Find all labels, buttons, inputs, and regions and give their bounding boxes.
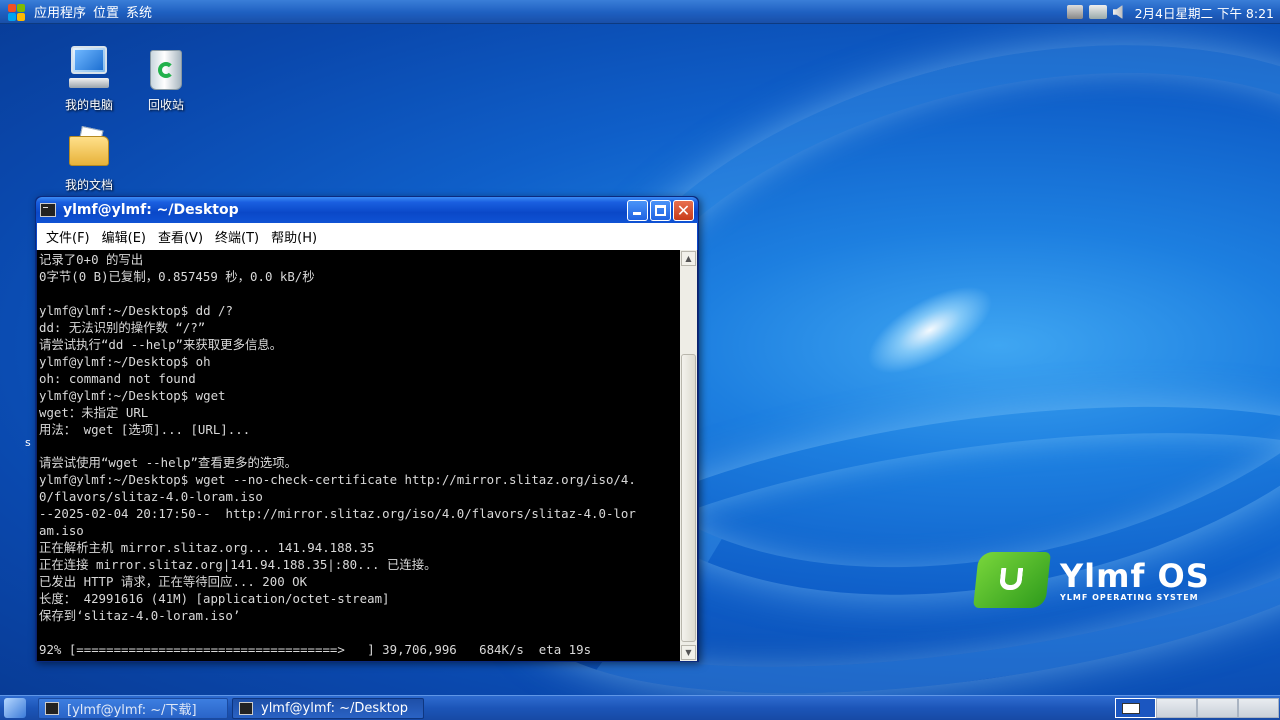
bottom-panel: [ylmf@ylmf: ~/下载] ylmf@ylmf: ~/Desktop [0, 695, 1280, 720]
clock[interactable]: 2月4日星期二 下午 8:21 [1135, 3, 1274, 22]
terminal-line: 请尝试使用“wget --help”查看更多的选项。 [39, 455, 298, 471]
terminal-line: 记录了0+0 的写出 [39, 252, 144, 267]
maximize-button[interactable] [650, 199, 671, 221]
menu-places[interactable]: 位置 [93, 2, 119, 21]
workspace-1[interactable] [1115, 698, 1156, 718]
menu-edit[interactable]: 编辑(E) [102, 227, 146, 246]
scroll-down-button[interactable]: ▼ [681, 645, 696, 660]
terminal-line: 正在解析主机 mirror.slitaz.org... 141.94.188.3… [39, 540, 375, 556]
taskbar-item-label: [ylmf@ylmf: ~/下载] [67, 702, 197, 718]
taskbar-item-downloads[interactable]: [ylmf@ylmf: ~/下载] [38, 697, 228, 719]
terminal-line: 用法： wget [选项]... [URL]... [39, 421, 251, 437]
terminal-window: ylmf@ylmf: ~/Desktop ✕ 文件(F) 编辑(E) 查看(V)… [35, 196, 699, 662]
menu-help[interactable]: 帮助(H) [271, 227, 317, 246]
trash-icon [142, 44, 190, 92]
scroll-up-button[interactable]: ▲ [681, 251, 696, 266]
computer-icon [65, 44, 113, 92]
minimize-button[interactable] [627, 199, 648, 221]
close-button[interactable]: ✕ [673, 199, 694, 221]
menu-terminal[interactable]: 终端(T) [215, 227, 259, 246]
terminal-line: 请尝试执行“dd --help”来获取更多信息。 [39, 336, 283, 352]
desktop-icon-documents[interactable]: 我的文档 [49, 124, 129, 193]
menu-system[interactable]: 系统 [126, 2, 152, 21]
taskbar-item-desktop[interactable]: ylmf@ylmf: ~/Desktop [232, 697, 424, 719]
wallpaper-glow [854, 269, 1006, 391]
logo-name: Ylmf OS [1060, 556, 1210, 595]
desktop-icon-label: 我的文档 [64, 178, 113, 192]
terminal-line: wget：未指定 URL [39, 404, 149, 420]
workspace-3[interactable] [1197, 698, 1238, 718]
terminal-line: ylmf@ylmf:~/Desktop$ wget [39, 387, 226, 403]
terminal-line: 长度： 42991616 (41M) [application/octet-st… [39, 591, 390, 607]
terminal-line: ylmf@ylmf:~/Desktop$ wget --no-check-cer… [39, 472, 636, 488]
terminal-line: 0/flavors/slitaz-4.0-loram.iso [39, 489, 263, 505]
terminal-line: 正在连接 mirror.slitaz.org|141.94.188.35|:80… [39, 557, 437, 573]
documents-folder-icon [65, 124, 113, 172]
workspace-2[interactable] [1156, 698, 1197, 718]
taskbar-item-label: ylmf@ylmf: ~/Desktop [261, 700, 409, 716]
terminal-line: --2025-02-04 20:17:50-- http://mirror.sl… [39, 506, 636, 522]
terminal-line: dd: 无法识别的操作数 “/?” [39, 319, 206, 335]
terminal-line: 保存到‘slitaz-4.0-loram.iso’ [39, 608, 241, 624]
terminal-line: ylmf@ylmf:~/Desktop$ oh [39, 353, 211, 369]
terminal-icon [239, 701, 253, 715]
show-desktop-icon[interactable] [4, 698, 26, 718]
start-logo-icon[interactable] [6, 2, 28, 22]
network-icon[interactable] [1066, 5, 1083, 19]
close-icon: ✕ [676, 200, 691, 220]
terminal-line: ylmf@ylmf:~/Desktop$ dd /? [39, 302, 233, 318]
printer-icon[interactable] [1088, 5, 1107, 19]
menu-file[interactable]: 文件(F) [46, 227, 90, 246]
stray-text: s [25, 436, 31, 449]
desktop-icon-label: 回收站 [147, 98, 184, 112]
terminal-line: oh: command not found [39, 370, 196, 386]
window-title: ylmf@ylmf: ~/Desktop [63, 202, 239, 218]
window-titlebar[interactable]: ylmf@ylmf: ~/Desktop ✕ [36, 197, 698, 223]
desktop-icon-trash[interactable]: 回收站 [126, 44, 206, 113]
terminal-output[interactable]: 记录了0+0 的写出 0字节(0 B)已复制，0.857459 秒，0.0 kB/… [37, 250, 680, 661]
volume-icon[interactable] [1112, 5, 1123, 19]
terminal-line: am.iso [39, 523, 84, 539]
menu-view[interactable]: 查看(V) [158, 227, 203, 246]
desktop-icon-computer[interactable]: 我的电脑 [49, 44, 129, 113]
ylmf-os-logo: Ylmf OS YLMF OPERATING SYSTEM [973, 552, 1210, 608]
terminal-menubar: 文件(F) 编辑(E) 查看(V) 终端(T) 帮助(H) [36, 223, 698, 250]
workspace-4[interactable] [1238, 698, 1279, 718]
terminal-icon [45, 701, 59, 715]
top-panel: 应用程序 位置 系统 2月4日星期二 下午 8:21 [0, 0, 1280, 24]
terminal-line: 已发出 HTTP 请求，正在等待回应... 200 OK [39, 574, 308, 590]
terminal-line: 92% [===================================… [39, 641, 592, 657]
terminal-area[interactable]: 记录了0+0 的写出 0字节(0 B)已复制，0.857459 秒，0.0 kB/… [37, 250, 697, 661]
system-tray: 2月4日星期二 下午 8:21 [1066, 0, 1274, 24]
vertical-scrollbar[interactable]: ▲ ▼ [680, 250, 697, 661]
scrollbar-thumb[interactable] [681, 354, 696, 642]
ylmf-logo-icon [973, 552, 1051, 608]
desktop-icon-label: 我的电脑 [64, 98, 113, 112]
menu-applications[interactable]: 应用程序 [34, 2, 86, 21]
workspace-switcher [1115, 698, 1279, 718]
terminal-line: 0字节(0 B)已复制，0.857459 秒，0.0 kB/秒 [39, 268, 315, 284]
terminal-icon [40, 203, 56, 217]
logo-subtitle: YLMF OPERATING SYSTEM [1060, 592, 1199, 602]
